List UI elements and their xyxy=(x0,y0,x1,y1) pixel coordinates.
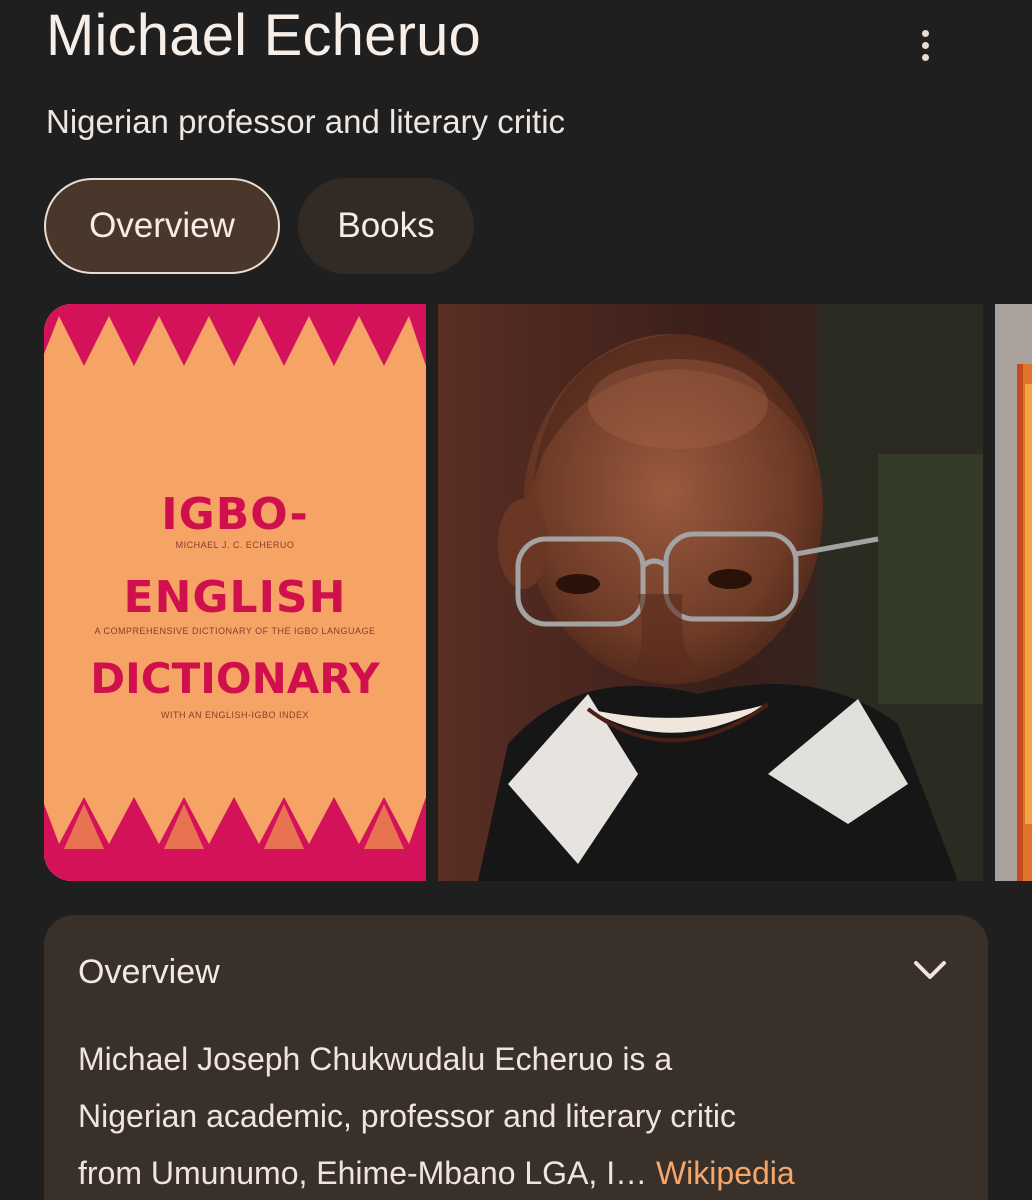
image-gallery: IGBO- MICHAEL J. C. ECHERUO ENGLISH A CO… xyxy=(44,304,1032,881)
overview-card: Overview Michael Joseph Chukwudalu Echer… xyxy=(44,915,988,1200)
entity-subtitle: Nigerian professor and literary critic xyxy=(46,103,566,140)
entity-title: Michael Echeruo xyxy=(46,3,481,68)
overview-text-line: Michael Joseph Chukwudalu Echeruo is a xyxy=(78,1041,673,1077)
cover-title-line2: ENGLISH xyxy=(123,572,347,623)
more-vert-icon xyxy=(921,29,929,37)
tab-bar: Overview Books xyxy=(44,178,474,274)
portrait-photo-thumbnail[interactable] xyxy=(438,304,983,881)
portrait-photo xyxy=(438,304,983,881)
cover-index-note: WITH AN ENGLISH-IGBO INDEX xyxy=(160,710,310,720)
overview-text-line: from Umunumo, Ehime-Mbano LGA, I… Wikipe… xyxy=(78,1145,968,1200)
overview-text-truncated: from Umunumo, Ehime-Mbano LGA, I… xyxy=(78,1155,648,1191)
chevron-down-icon[interactable] xyxy=(910,955,950,985)
tab-overview[interactable]: Overview xyxy=(44,178,280,274)
more-options-button[interactable] xyxy=(900,20,950,70)
tab-books[interactable]: Books xyxy=(298,178,474,274)
overview-text-line: Nigerian academic, professor and literar… xyxy=(78,1098,737,1134)
cover-author: MICHAEL J. C. ECHERUO xyxy=(175,540,295,550)
cover-title-line1: IGBO- xyxy=(161,489,309,540)
cover-tagline: A COMPREHENSIVE DICTIONARY OF THE IGBO L… xyxy=(94,626,376,636)
overview-heading: Overview xyxy=(78,953,220,991)
overview-description: Michael Joseph Chukwudalu Echeruo is a N… xyxy=(78,1031,968,1200)
wikipedia-link[interactable]: Wikipedia xyxy=(656,1155,795,1191)
book-cover-thumbnail[interactable]: IGBO- MICHAEL J. C. ECHERUO ENGLISH A CO… xyxy=(44,304,426,881)
knowledge-panel: Michael Echeruo Nigerian professor and l… xyxy=(0,0,1032,1200)
book-spine-art xyxy=(995,304,1032,881)
book-thumbnail-2[interactable] xyxy=(995,304,1032,881)
cover-title-line3: DICTIONARY xyxy=(90,654,380,703)
